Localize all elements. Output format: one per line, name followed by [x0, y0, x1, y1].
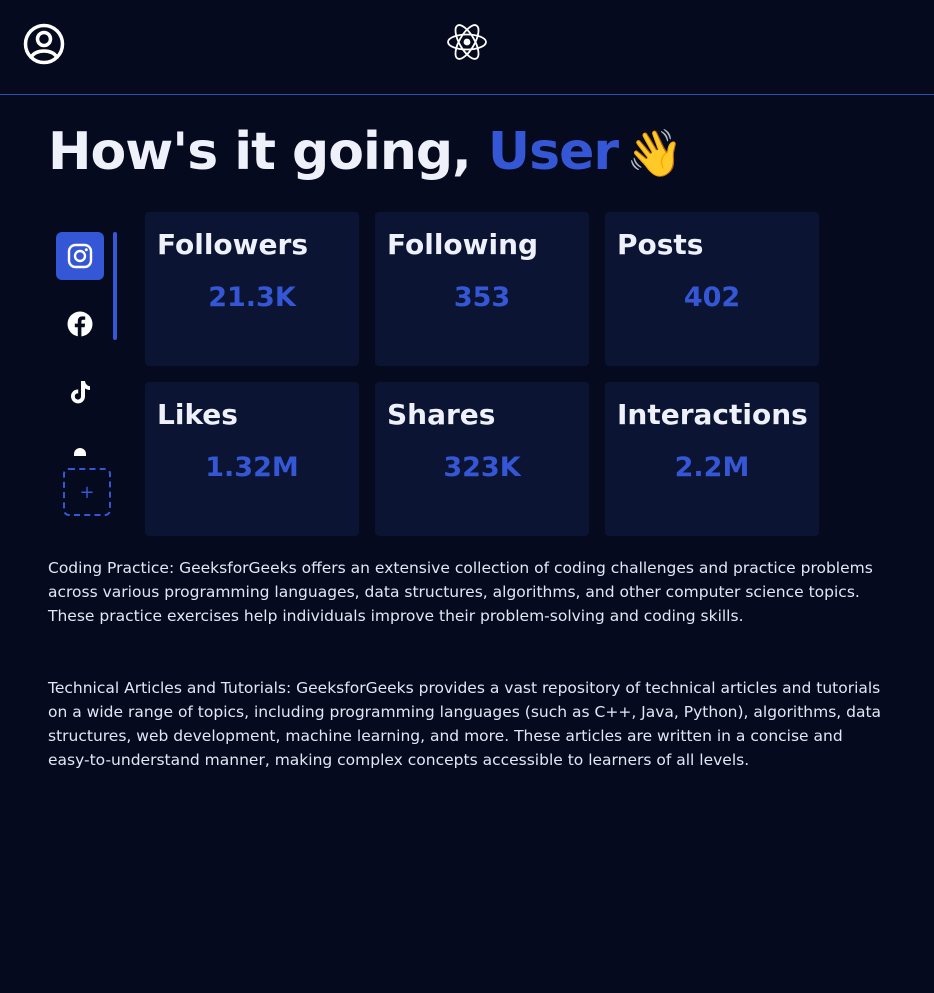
stat-value: 2.2M — [674, 452, 750, 483]
stat-card-posts: Posts 402 — [605, 212, 819, 366]
stat-card-likes: Likes 1.32M — [145, 382, 359, 536]
top-bar — [0, 0, 934, 95]
sidebar-item-tiktok[interactable] — [56, 368, 104, 416]
greeting-user-name: User — [487, 122, 619, 182]
stat-label: Followers — [157, 228, 308, 261]
stat-card-shares: Shares 323K — [375, 382, 589, 536]
stat-value: 323K — [443, 452, 521, 483]
sidebar-more-icon — [74, 448, 86, 456]
stat-label: Likes — [157, 398, 238, 431]
facebook-icon — [67, 311, 93, 337]
stat-label: Posts — [617, 228, 704, 261]
add-platform-button[interactable]: + — [63, 468, 111, 516]
stat-value: 353 — [453, 282, 511, 313]
user-circle-icon[interactable] — [23, 23, 65, 65]
stat-card-interactions: Interactions 2.2M — [605, 382, 819, 536]
greeting-prefix: How's it going, — [48, 122, 488, 182]
active-indicator — [113, 232, 117, 340]
instagram-icon — [67, 243, 93, 269]
stat-value: 1.32M — [205, 452, 299, 483]
stat-card-following: Following 353 — [375, 212, 589, 366]
stat-card-followers: Followers 21.3K — [145, 212, 359, 366]
paragraph-technical-articles: Technical Articles and Tutorials: Geeksf… — [48, 679, 882, 769]
sidebar-item-facebook[interactable] — [56, 300, 104, 348]
paragraph-coding-practice: Coding Practice: GeeksforGeeks offers an… — [48, 559, 873, 625]
social-sidebar: + — [56, 232, 120, 522]
waving-hand-icon: 👋 — [626, 126, 683, 180]
stat-label: Interactions — [617, 398, 808, 431]
stat-value: 21.3K — [208, 282, 296, 313]
tiktok-icon — [71, 381, 90, 404]
stat-label: Shares — [387, 398, 496, 431]
stat-label: Following — [387, 228, 539, 261]
sidebar-item-instagram[interactable] — [56, 232, 104, 280]
stat-value: 402 — [683, 282, 741, 313]
react-atom-icon[interactable] — [446, 22, 488, 62]
page-title: How's it going, User 👋 — [48, 118, 808, 187]
